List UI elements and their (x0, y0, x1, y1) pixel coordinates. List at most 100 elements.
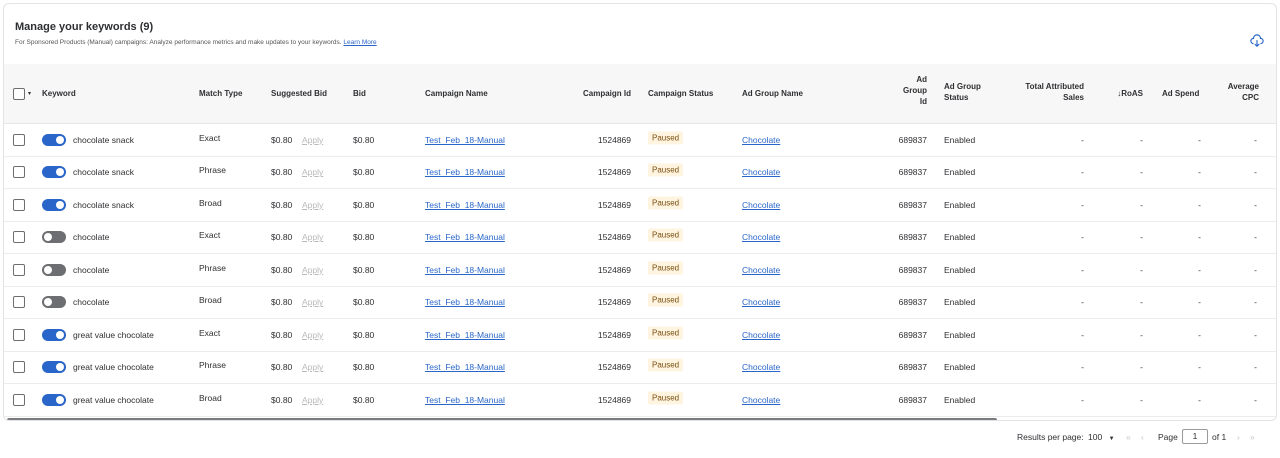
ad-spend: - (1198, 199, 1201, 210)
campaign-status-badge: Paused (648, 391, 684, 405)
keyword-text: chocolate snack (73, 167, 134, 178)
col-bid[interactable]: Bid (353, 88, 366, 99)
last-page-icon[interactable]: » (1250, 432, 1255, 442)
page-input[interactable]: 1 (1182, 429, 1208, 444)
row-checkbox[interactable] (13, 393, 25, 406)
keyword-status-toggle[interactable] (42, 133, 66, 146)
row-checkbox[interactable] (13, 231, 25, 244)
col-campaign-status[interactable]: Campaign Status (648, 88, 713, 99)
apply-bid-link[interactable]: Apply (302, 265, 323, 275)
apply-bid-link[interactable]: Apply (302, 362, 323, 372)
keyword-status-toggle[interactable] (42, 198, 66, 211)
keyword-status-toggle[interactable] (42, 296, 66, 309)
campaign-name-link[interactable]: Test_Feb_18-Manual (425, 232, 505, 242)
keyword-status-toggle[interactable] (42, 231, 66, 244)
col-campaign-name[interactable]: Campaign Name (425, 88, 488, 99)
campaign-id: 1524869 (597, 362, 631, 373)
campaign-id: 1524869 (597, 232, 631, 243)
row-checkbox[interactable] (13, 198, 25, 211)
col-ad-spend[interactable]: Ad Spend (1162, 88, 1199, 99)
ad-group-name-link[interactable]: Chocolate (742, 297, 780, 307)
download-icon[interactable] (1250, 34, 1264, 48)
campaign-name-link[interactable]: Test_Feb_18-Manual (425, 297, 505, 307)
first-page-icon[interactable]: « (1126, 432, 1131, 442)
row-checkbox[interactable] (13, 361, 25, 374)
bid-value[interactable]: $0.80 (353, 330, 374, 340)
bid-value[interactable]: $0.80 (353, 232, 374, 242)
campaign-id: 1524869 (597, 329, 631, 340)
col-campaign-id[interactable]: Campaign Id (583, 88, 631, 99)
table-row: chocolate snack Broad $0.80 Apply $0.80 … (4, 189, 1276, 222)
ad-group-id: 689837 (898, 362, 927, 373)
prev-page-icon[interactable]: ‹ (1141, 432, 1144, 442)
col-average-cpc[interactable]: Average CPC (1228, 81, 1259, 103)
apply-bid-link[interactable]: Apply (302, 297, 323, 307)
col-ad-group-status[interactable]: Ad Group Status (944, 81, 981, 103)
row-checkbox[interactable] (13, 263, 25, 276)
average-cpc: - (1254, 199, 1257, 210)
next-page-icon[interactable]: › (1237, 432, 1240, 442)
ad-group-name-link[interactable]: Chocolate (742, 362, 780, 372)
col-total-attributed-sales[interactable]: Total Attributed Sales (1025, 81, 1084, 103)
keyword-status-toggle[interactable] (42, 328, 66, 341)
col-ad-group-id[interactable]: Ad Group Id (903, 74, 927, 107)
row-checkbox[interactable] (13, 133, 25, 146)
bid-value[interactable]: $0.80 (353, 167, 374, 177)
average-cpc: - (1254, 394, 1257, 405)
bid-value[interactable]: $0.80 (353, 265, 374, 275)
row-checkbox[interactable] (13, 328, 25, 341)
row-checkbox[interactable] (13, 296, 25, 309)
ad-group-name-link[interactable]: Chocolate (742, 330, 780, 340)
match-type: Broad (199, 392, 222, 403)
ad-group-name-link[interactable]: Chocolate (742, 200, 780, 210)
bid-value[interactable]: $0.80 (353, 200, 374, 210)
apply-bid-link[interactable]: Apply (302, 395, 323, 405)
col-suggested-bid[interactable]: Suggested Bid (271, 88, 327, 99)
apply-bid-link[interactable]: Apply (302, 330, 323, 340)
keyword-status-toggle[interactable] (42, 263, 66, 276)
keyword-status-toggle[interactable] (42, 166, 66, 179)
apply-bid-link[interactable]: Apply (302, 135, 323, 145)
suggested-bid: $0.80 (271, 167, 293, 178)
col-ad-group-name[interactable]: Ad Group Name (742, 88, 803, 99)
page-total: of 1 (1212, 432, 1227, 442)
ad-group-name-link[interactable]: Chocolate (742, 265, 780, 275)
keyword-status-toggle[interactable] (42, 393, 66, 406)
campaign-name-link[interactable]: Test_Feb_18-Manual (425, 200, 505, 210)
keyword-text: great value chocolate (73, 394, 154, 405)
campaign-name-link[interactable]: Test_Feb_18-Manual (425, 265, 505, 275)
match-type: Exact (199, 132, 221, 143)
select-menu-caret-icon[interactable]: ▾ (28, 90, 31, 97)
apply-bid-link[interactable]: Apply (302, 167, 323, 177)
col-match-type[interactable]: Match Type (199, 88, 242, 99)
bid-value[interactable]: $0.80 (353, 135, 374, 145)
ad-group-name-link[interactable]: Chocolate (742, 232, 780, 242)
bid-value[interactable]: $0.80 (353, 297, 374, 307)
col-keyword[interactable]: Keyword (42, 88, 76, 99)
row-checkbox[interactable] (13, 166, 25, 179)
match-type: Broad (199, 295, 222, 306)
col-roas[interactable]: ↓RoAS (1117, 88, 1143, 99)
campaign-name-link[interactable]: Test_Feb_18-Manual (425, 395, 505, 405)
keyword-status-toggle[interactable] (42, 361, 66, 374)
campaign-name-link[interactable]: Test_Feb_18-Manual (425, 362, 505, 372)
ad-group-name-link[interactable]: Chocolate (742, 395, 780, 405)
campaign-name-link[interactable]: Test_Feb_18-Manual (425, 330, 505, 340)
campaign-id: 1524869 (597, 297, 631, 308)
apply-bid-link[interactable]: Apply (302, 200, 323, 210)
apply-bid-link[interactable]: Apply (302, 232, 323, 242)
bid-value[interactable]: $0.80 (353, 395, 374, 405)
roas: - (1140, 362, 1143, 373)
ad-spend: - (1198, 264, 1201, 275)
select-all-checkbox[interactable] (13, 88, 25, 100)
horizontal-scrollbar[interactable] (7, 418, 997, 420)
results-per-page-select[interactable]: 100 ▼ (1088, 432, 1115, 442)
keyword-text: chocolate snack (73, 134, 134, 145)
ad-group-name-link[interactable]: Chocolate (742, 135, 780, 145)
learn-more-link[interactable]: Learn More (343, 39, 376, 46)
bid-value[interactable]: $0.80 (353, 362, 374, 372)
match-type: Broad (199, 197, 222, 208)
ad-group-name-link[interactable]: Chocolate (742, 167, 780, 177)
campaign-name-link[interactable]: Test_Feb_18-Manual (425, 135, 505, 145)
campaign-name-link[interactable]: Test_Feb_18-Manual (425, 167, 505, 177)
